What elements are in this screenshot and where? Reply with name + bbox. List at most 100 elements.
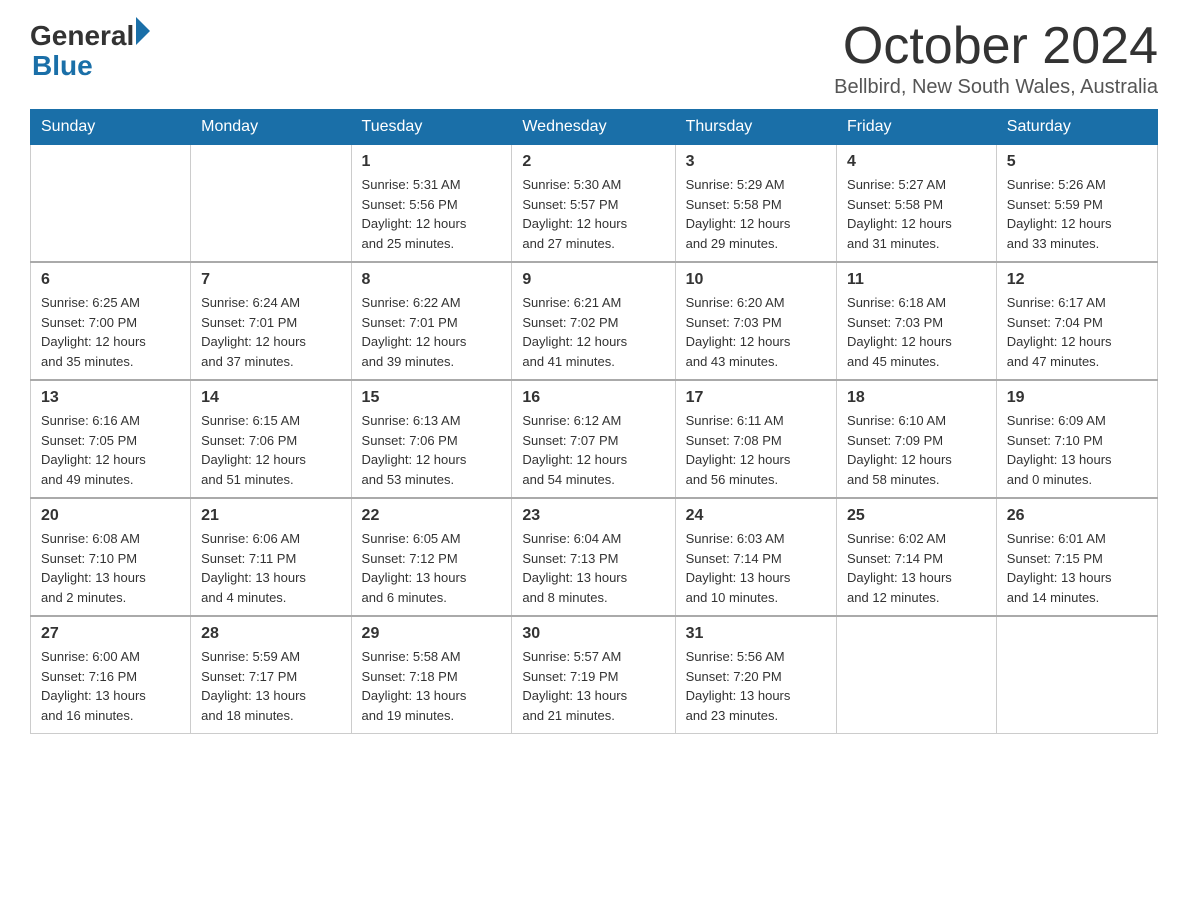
calendar-cell (996, 616, 1157, 734)
calendar-cell: 1 Sunrise: 5:31 AMSunset: 5:56 PMDaylight… (351, 145, 512, 263)
day-info: Sunrise: 5:59 AMSunset: 7:17 PMDaylight:… (201, 647, 340, 725)
day-info: Sunrise: 6:05 AMSunset: 7:12 PMDaylight:… (362, 529, 502, 607)
day-number: 26 (1007, 507, 1147, 525)
day-number: 11 (847, 271, 986, 289)
day-info: Sunrise: 5:56 AMSunset: 7:20 PMDaylight:… (686, 647, 826, 725)
calendar-cell: 25Sunrise: 6:02 AMSunset: 7:14 PMDayligh… (837, 498, 997, 616)
day-info: Sunrise: 6:21 AMSunset: 7:02 PMDaylight:… (522, 293, 664, 371)
calendar-day-header: Saturday (996, 110, 1157, 145)
day-info: Sunrise: 6:00 AMSunset: 7:16 PMDaylight:… (41, 647, 180, 725)
logo-blue-text: Blue (32, 52, 93, 80)
day-info: Sunrise: 6:10 AMSunset: 7:09 PMDaylight:… (847, 411, 986, 489)
day-info: Sunrise: 6:04 AMSunset: 7:13 PMDaylight:… (522, 529, 664, 607)
day-number: 31 (686, 625, 826, 643)
calendar-cell: 9 Sunrise: 6:21 AMSunset: 7:02 PMDaylight… (512, 262, 675, 380)
day-number: 6 (41, 271, 180, 289)
calendar-cell: 4Sunrise: 5:27 AMSunset: 5:58 PMDaylight… (837, 145, 997, 263)
calendar-cell: 28 Sunrise: 5:59 AMSunset: 7:17 PMDayligh… (191, 616, 351, 734)
day-info: Sunrise: 5:30 AMSunset: 5:57 PMDaylight:… (522, 175, 664, 253)
calendar-cell: 22 Sunrise: 6:05 AMSunset: 7:12 PMDayligh… (351, 498, 512, 616)
day-number: 15 (362, 389, 502, 407)
day-info: Sunrise: 6:01 AMSunset: 7:15 PMDaylight:… (1007, 529, 1147, 607)
calendar-cell: 15 Sunrise: 6:13 AMSunset: 7:06 PMDayligh… (351, 380, 512, 498)
calendar-cell: 17Sunrise: 6:11 AMSunset: 7:08 PMDayligh… (675, 380, 836, 498)
day-number: 28 (201, 625, 340, 643)
calendar-day-header: Sunday (31, 110, 191, 145)
calendar-cell: 16 Sunrise: 6:12 AMSunset: 7:07 PMDayligh… (512, 380, 675, 498)
calendar-cell (191, 145, 351, 263)
day-info: Sunrise: 6:13 AMSunset: 7:06 PMDaylight:… (362, 411, 502, 489)
title-section: October 2024 Bellbird, New South Wales, … (834, 20, 1158, 99)
calendar-cell: 14Sunrise: 6:15 AMSunset: 7:06 PMDayligh… (191, 380, 351, 498)
day-number: 20 (41, 507, 180, 525)
day-number: 9 (522, 271, 664, 289)
day-info: Sunrise: 5:29 AMSunset: 5:58 PMDaylight:… (686, 175, 826, 253)
day-number: 2 (522, 153, 664, 171)
day-info: Sunrise: 6:25 AMSunset: 7:00 PMDaylight:… (41, 293, 180, 371)
calendar-cell: 3 Sunrise: 5:29 AMSunset: 5:58 PMDaylight… (675, 145, 836, 263)
calendar-header-row: SundayMondayTuesdayWednesdayThursdayFrid… (31, 110, 1158, 145)
calendar-week-row: 27Sunrise: 6:00 AMSunset: 7:16 PMDayligh… (31, 616, 1158, 734)
calendar-cell: 23 Sunrise: 6:04 AMSunset: 7:13 PMDayligh… (512, 498, 675, 616)
calendar-table: SundayMondayTuesdayWednesdayThursdayFrid… (30, 109, 1158, 734)
day-number: 16 (522, 389, 664, 407)
month-title: October 2024 (834, 20, 1158, 72)
logo-general: General (30, 20, 134, 52)
calendar-day-header: Wednesday (512, 110, 675, 145)
day-number: 5 (1007, 153, 1147, 171)
day-number: 25 (847, 507, 986, 525)
day-number: 30 (522, 625, 664, 643)
day-number: 21 (201, 507, 340, 525)
location-subtitle: Bellbird, New South Wales, Australia (834, 76, 1158, 99)
calendar-week-row: 6 Sunrise: 6:25 AMSunset: 7:00 PMDaylight… (31, 262, 1158, 380)
calendar-cell: 8Sunrise: 6:22 AMSunset: 7:01 PMDaylight… (351, 262, 512, 380)
calendar-cell: 21 Sunrise: 6:06 AMSunset: 7:11 PMDayligh… (191, 498, 351, 616)
calendar-week-row: 20 Sunrise: 6:08 AMSunset: 7:10 PMDayligh… (31, 498, 1158, 616)
day-info: Sunrise: 6:06 AMSunset: 7:11 PMDaylight:… (201, 529, 340, 607)
day-info: Sunrise: 6:16 AMSunset: 7:05 PMDaylight:… (41, 411, 180, 489)
logo: General Blue (30, 20, 150, 80)
calendar-cell: 19Sunrise: 6:09 AMSunset: 7:10 PMDayligh… (996, 380, 1157, 498)
calendar-cell: 24Sunrise: 6:03 AMSunset: 7:14 PMDayligh… (675, 498, 836, 616)
day-number: 23 (522, 507, 664, 525)
day-info: Sunrise: 5:27 AMSunset: 5:58 PMDaylight:… (847, 175, 986, 253)
day-number: 29 (362, 625, 502, 643)
calendar-day-header: Tuesday (351, 110, 512, 145)
calendar-cell: 29 Sunrise: 5:58 AMSunset: 7:18 PMDayligh… (351, 616, 512, 734)
day-number: 22 (362, 507, 502, 525)
day-info: Sunrise: 6:18 AMSunset: 7:03 PMDaylight:… (847, 293, 986, 371)
day-number: 19 (1007, 389, 1147, 407)
day-number: 18 (847, 389, 986, 407)
calendar-day-header: Friday (837, 110, 997, 145)
calendar-cell (837, 616, 997, 734)
day-number: 7 (201, 271, 340, 289)
day-info: Sunrise: 6:12 AMSunset: 7:07 PMDaylight:… (522, 411, 664, 489)
calendar-cell: 13 Sunrise: 6:16 AMSunset: 7:05 PMDayligh… (31, 380, 191, 498)
day-info: Sunrise: 6:24 AMSunset: 7:01 PMDaylight:… (201, 293, 340, 371)
day-info: Sunrise: 6:22 AMSunset: 7:01 PMDaylight:… (362, 293, 502, 371)
calendar-cell: 20 Sunrise: 6:08 AMSunset: 7:10 PMDayligh… (31, 498, 191, 616)
calendar-week-row: 13 Sunrise: 6:16 AMSunset: 7:05 PMDayligh… (31, 380, 1158, 498)
day-info: Sunrise: 6:17 AMSunset: 7:04 PMDaylight:… (1007, 293, 1147, 371)
day-info: Sunrise: 5:26 AMSunset: 5:59 PMDaylight:… (1007, 175, 1147, 253)
calendar-cell: 30 Sunrise: 5:57 AMSunset: 7:19 PMDayligh… (512, 616, 675, 734)
day-info: Sunrise: 6:15 AMSunset: 7:06 PMDaylight:… (201, 411, 340, 489)
calendar-cell: 10Sunrise: 6:20 AMSunset: 7:03 PMDayligh… (675, 262, 836, 380)
logo-triangle-icon (136, 17, 150, 45)
day-info: Sunrise: 6:08 AMSunset: 7:10 PMDaylight:… (41, 529, 180, 607)
day-number: 1 (362, 153, 502, 171)
calendar-cell: 5 Sunrise: 5:26 AMSunset: 5:59 PMDaylight… (996, 145, 1157, 263)
page-header: General Blue October 2024 Bellbird, New … (30, 20, 1158, 99)
day-info: Sunrise: 5:58 AMSunset: 7:18 PMDaylight:… (362, 647, 502, 725)
day-info: Sunrise: 5:31 AMSunset: 5:56 PMDaylight:… (362, 175, 502, 253)
calendar-week-row: 1 Sunrise: 5:31 AMSunset: 5:56 PMDaylight… (31, 145, 1158, 263)
calendar-cell (31, 145, 191, 263)
calendar-cell: 11 Sunrise: 6:18 AMSunset: 7:03 PMDayligh… (837, 262, 997, 380)
day-number: 17 (686, 389, 826, 407)
day-info: Sunrise: 5:57 AMSunset: 7:19 PMDaylight:… (522, 647, 664, 725)
calendar-cell: 18 Sunrise: 6:10 AMSunset: 7:09 PMDayligh… (837, 380, 997, 498)
day-number: 12 (1007, 271, 1147, 289)
day-number: 3 (686, 153, 826, 171)
day-number: 10 (686, 271, 826, 289)
day-number: 13 (41, 389, 180, 407)
